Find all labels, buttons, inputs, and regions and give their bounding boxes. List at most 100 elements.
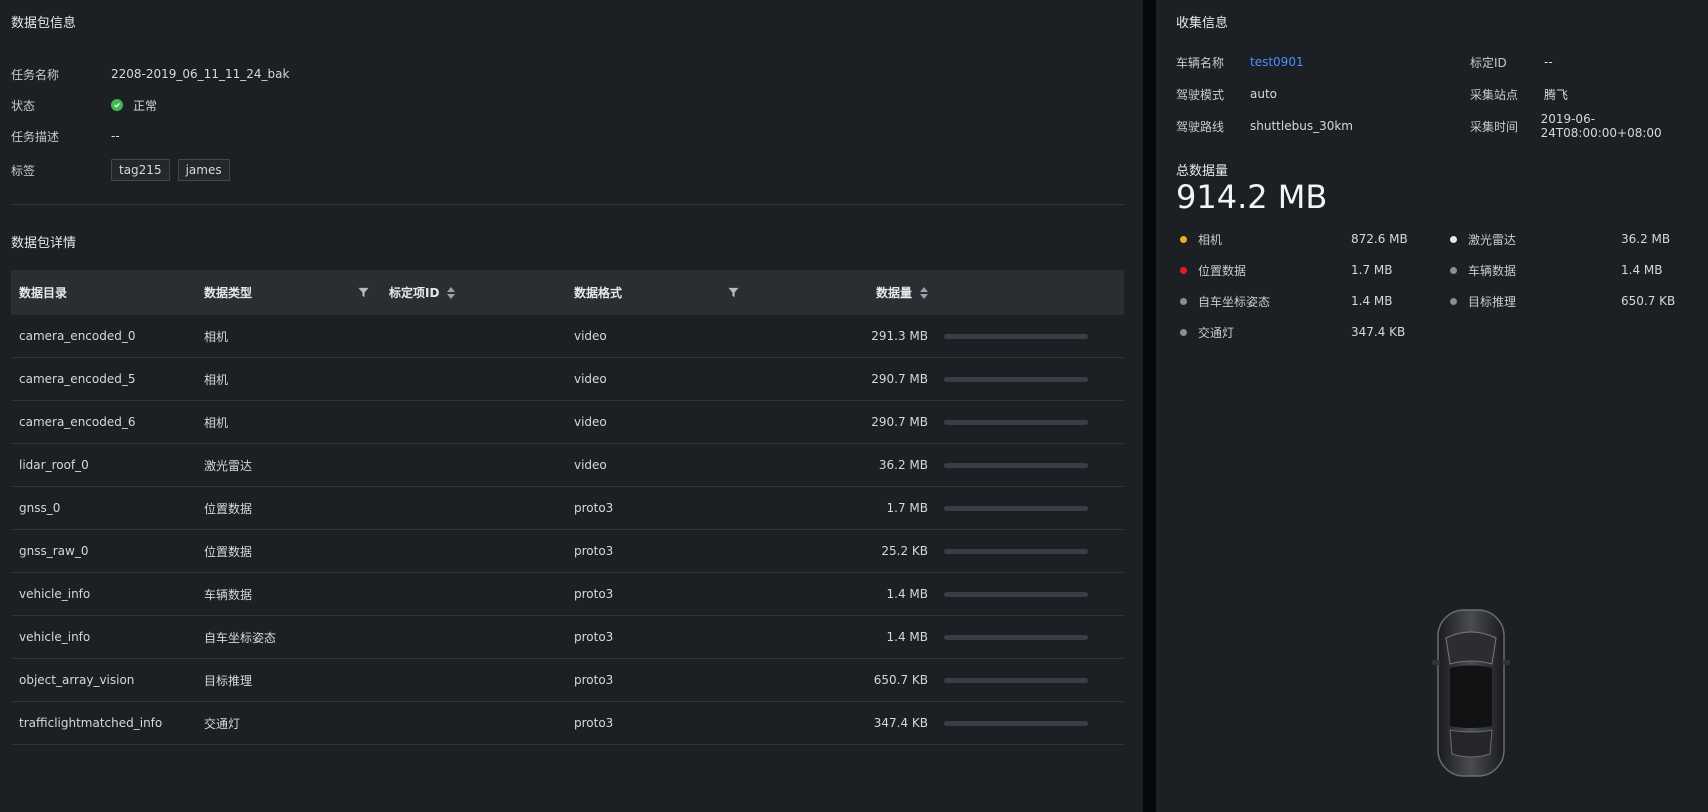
package-detail-title: 数据包详情	[11, 236, 77, 251]
legend-item: 相机 872.6 MB	[1180, 229, 1408, 249]
check-circle-icon	[111, 99, 123, 111]
col-header-dir: 数据目录	[19, 286, 68, 300]
tag-item[interactable]: tag215	[111, 159, 170, 181]
col-header-calib[interactable]: 标定项ID	[381, 270, 566, 315]
cell-format: proto3	[574, 716, 614, 730]
table-row: vehicle_info 自车坐标姿态 proto3 1.4 MB	[11, 616, 1124, 659]
legend-value: 36.2 MB	[1621, 232, 1671, 246]
sort-icon[interactable]	[447, 286, 456, 299]
desc-row: 任务描述 --	[11, 126, 120, 146]
cell-dir: camera_encoded_6	[19, 415, 136, 429]
cell-format: proto3	[574, 673, 614, 687]
legend-dot-icon	[1450, 266, 1457, 274]
cell-format: proto3	[574, 630, 614, 644]
cell-type: 目标推理	[204, 673, 253, 688]
col-header-size[interactable]: 数据量	[751, 270, 936, 315]
size-progress-bar	[944, 591, 1088, 597]
cell-type: 相机	[204, 329, 229, 344]
size-progress-bar	[944, 634, 1088, 640]
cell-bar	[936, 677, 1124, 683]
data-table: 数据目录 数据类型 标定项ID 数据格式 数据量 camera_encoded_…	[11, 270, 1124, 745]
legend-name: 位置数据	[1198, 263, 1247, 278]
desc-label: 任务描述	[11, 129, 60, 144]
legend-dot-icon	[1450, 297, 1457, 305]
size-progress-bar	[944, 548, 1088, 554]
legend-name: 自车坐标姿态	[1198, 294, 1271, 309]
cell-bar	[936, 462, 1124, 468]
field-label: 驾驶模式	[1176, 87, 1225, 102]
cell-bar	[936, 376, 1124, 382]
field-label: 采集时间	[1470, 119, 1519, 134]
legend-value: 1.4 MB	[1351, 294, 1393, 308]
legend-name: 相机	[1198, 232, 1223, 247]
total-label: 总数据量	[1176, 164, 1229, 179]
table-row: lidar_roof_0 激光雷达 video 36.2 MB	[11, 444, 1124, 487]
status-value: 正常	[133, 98, 158, 113]
cell-bar	[936, 591, 1124, 597]
table-row: vehicle_info 车辆数据 proto3 1.4 MB	[11, 573, 1124, 616]
cell-bar	[936, 634, 1124, 640]
cell-size: 25.2 KB	[881, 544, 928, 558]
cell-dir: lidar_roof_0	[19, 458, 89, 472]
field-value: 腾飞	[1544, 87, 1569, 102]
left-panel: 数据包信息 任务名称 2208-2019_06_11_11_24_bak 状态 …	[0, 0, 1143, 812]
field-value: 2019-06-24T08:00:00+08:00	[1540, 112, 1662, 140]
legend-value: 1.7 MB	[1351, 263, 1393, 277]
drive-mode-field: 驾驶模式 auto	[1176, 84, 1277, 104]
size-progress-bar	[944, 462, 1088, 468]
col-header-bar	[936, 270, 1124, 315]
field-label: 驾驶路线	[1176, 119, 1225, 134]
cell-dir: gnss_0	[19, 501, 61, 515]
status-label: 状态	[11, 98, 36, 113]
collect-info-title: 收集信息	[1176, 16, 1229, 31]
filter-icon[interactable]	[358, 287, 369, 298]
cell-dir: vehicle_info	[19, 587, 91, 601]
cell-bar	[936, 720, 1124, 726]
sort-icon[interactable]	[920, 286, 928, 299]
legend-item: 交通灯 347.4 KB	[1180, 322, 1405, 342]
site-field: 采集站点 腾飞	[1470, 84, 1568, 104]
legend-dot-icon	[1180, 328, 1187, 336]
table-row: camera_encoded_5 相机 video 290.7 MB	[11, 358, 1124, 401]
cell-bar	[936, 548, 1124, 554]
legend-item: 位置数据 1.7 MB	[1180, 260, 1392, 280]
legend-name: 激光雷达	[1468, 232, 1517, 247]
vehicle-name-link[interactable]: test0901	[1250, 55, 1304, 69]
desc-value: --	[111, 129, 120, 143]
size-progress-bar	[944, 376, 1088, 382]
table-row: gnss_0 位置数据 proto3 1.7 MB	[11, 487, 1124, 530]
calib-id-field: 标定ID --	[1470, 52, 1553, 72]
cell-size: 291.3 MB	[871, 329, 928, 343]
table-body: camera_encoded_0 相机 video 291.3 MB camera_en…	[11, 315, 1124, 745]
cell-bar	[936, 333, 1124, 339]
task-name-row: 任务名称 2208-2019_06_11_11_24_bak	[11, 64, 289, 84]
tags-row: 标签 tag215 james	[11, 158, 238, 182]
filter-icon[interactable]	[728, 287, 739, 298]
cell-type: 自车坐标姿态	[204, 630, 277, 645]
status-row: 状态 正常	[11, 95, 157, 115]
cell-format: proto3	[574, 501, 614, 515]
field-label: 标定ID	[1470, 55, 1507, 70]
tags-label: 标签	[11, 163, 36, 178]
cell-type: 相机	[204, 415, 229, 430]
panel-separator	[1143, 0, 1156, 812]
legend-value: 650.7 KB	[1621, 294, 1676, 308]
legend-value: 1.4 MB	[1621, 263, 1663, 277]
legend-value: 872.6 MB	[1351, 232, 1408, 246]
field-value: shuttlebus_30km	[1250, 119, 1353, 133]
tag-item[interactable]: james	[177, 159, 230, 181]
size-progress-bar	[944, 720, 1088, 726]
cell-format: video	[574, 458, 607, 472]
cell-size: 290.7 MB	[871, 372, 928, 386]
cell-type: 激光雷达	[204, 458, 253, 473]
field-value: auto	[1250, 87, 1278, 101]
collect-time-field: 采集时间 2019-06-24T08:00:00+08:00	[1470, 112, 1708, 140]
cell-type: 车辆数据	[204, 587, 253, 602]
cell-size: 650.7 KB	[873, 673, 928, 687]
task-name-label: 任务名称	[11, 67, 60, 82]
cell-format: proto3	[574, 544, 614, 558]
package-info-title: 数据包信息	[11, 16, 77, 31]
cell-format: video	[574, 372, 607, 386]
field-value: --	[1544, 55, 1553, 69]
legend-name: 交通灯	[1198, 325, 1235, 340]
